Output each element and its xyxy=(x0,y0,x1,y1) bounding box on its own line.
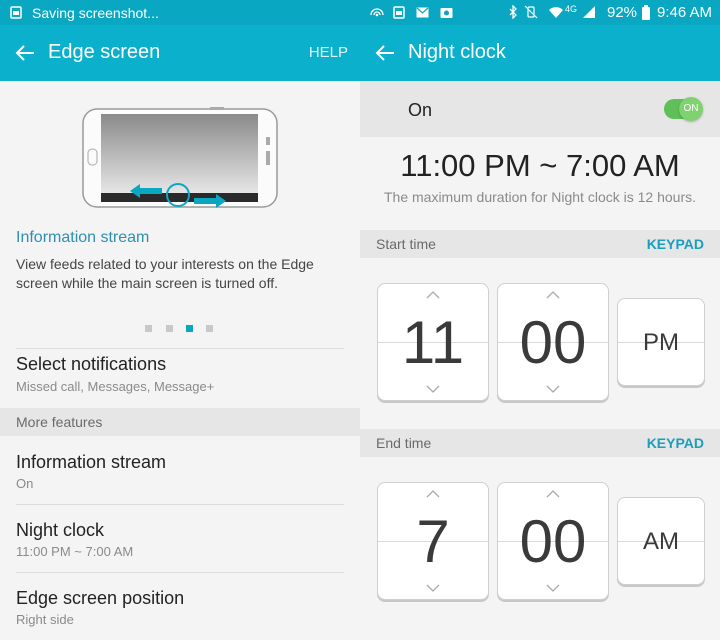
section-header: More features xyxy=(0,408,360,436)
item-title: Edge screen position xyxy=(16,588,185,608)
bluetooth-icon xyxy=(509,5,517,19)
item-subtitle: Right side xyxy=(16,612,74,627)
start-minute-picker[interactable]: 00 xyxy=(497,283,609,401)
item-title: Select notifications xyxy=(16,354,167,374)
chevron-down-icon[interactable] xyxy=(546,385,560,393)
page-dot[interactable] xyxy=(166,325,173,332)
cellular-signal-icon xyxy=(583,6,595,18)
start-time-header: Start time KEYPAD xyxy=(360,230,720,258)
broadcast-icon xyxy=(370,8,384,17)
status-text: Saving screenshot... xyxy=(32,5,159,21)
divider xyxy=(16,504,344,505)
chevron-up-icon[interactable] xyxy=(426,291,440,299)
status-bar: Saving screenshot... xyxy=(0,0,360,25)
info-description: View feeds related to your interests on … xyxy=(16,256,314,291)
clock-time: 9:46 AM xyxy=(657,4,713,21)
switch-knob: ON xyxy=(679,97,703,121)
back-arrow-icon[interactable] xyxy=(374,42,396,64)
page-dot[interactable] xyxy=(206,325,213,332)
chevron-down-icon[interactable] xyxy=(546,584,560,592)
end-minute-value: 00 xyxy=(519,508,587,575)
start-hour-picker[interactable]: 11 xyxy=(377,283,489,401)
app-bar: Edge screen HELP xyxy=(0,25,360,81)
night-clock-settings: 4G 92% 9:46 AM Night clock On ON 11:00 P… xyxy=(360,0,720,640)
app-bar: Night clock xyxy=(360,25,720,81)
edge-illustration xyxy=(0,81,360,221)
end-time-label: End time xyxy=(376,435,432,451)
chevron-up-icon[interactable] xyxy=(426,490,440,498)
vibrate-mute-icon xyxy=(524,5,538,19)
status-bar: 4G 92% 9:46 AM xyxy=(360,0,720,25)
end-keypad-button[interactable]: KEYPAD xyxy=(647,435,704,451)
item-title: Information stream xyxy=(16,452,167,472)
start-minute-value: 00 xyxy=(519,309,587,376)
start-hour-value: 11 xyxy=(401,309,465,376)
item-subtitle: Missed call, Messages, Message+ xyxy=(16,379,215,394)
chevron-up-icon[interactable] xyxy=(546,490,560,498)
screenshot-icon xyxy=(10,6,22,19)
network-type: 4G xyxy=(565,4,578,14)
on-off-switch[interactable]: ON xyxy=(664,97,703,121)
end-minute-picker[interactable]: 00 xyxy=(497,482,609,600)
end-hour-value: 7 xyxy=(416,508,450,575)
end-ampm-picker[interactable]: AM xyxy=(617,497,705,585)
end-ampm-value: AM xyxy=(643,528,679,555)
start-time-label: Start time xyxy=(376,236,436,252)
email-icon xyxy=(416,7,429,18)
page-dot[interactable] xyxy=(145,325,152,332)
photo-icon xyxy=(440,8,453,18)
toggle-label: On xyxy=(408,100,433,120)
start-keypad-button[interactable]: KEYPAD xyxy=(647,236,704,252)
start-ampm-value: PM xyxy=(643,329,679,356)
image-icon xyxy=(393,6,405,19)
divider xyxy=(16,348,344,349)
end-time-header: End time KEYPAD xyxy=(360,429,720,457)
page-dot-active[interactable] xyxy=(186,325,193,332)
chevron-down-icon[interactable] xyxy=(426,385,440,393)
phone-edge-swipe-icon xyxy=(82,107,278,208)
edge-screen-settings: Saving screenshot... Edge screen HELP In… xyxy=(0,0,360,640)
page-title: Edge screen xyxy=(48,41,161,63)
battery-icon xyxy=(642,5,650,20)
end-hour-picker[interactable]: 7 xyxy=(377,482,489,600)
wifi-icon xyxy=(549,7,563,18)
time-range: 11:00 PM ~ 7:00 AM xyxy=(400,148,680,183)
chevron-up-icon[interactable] xyxy=(546,291,560,299)
item-subtitle: On xyxy=(16,476,34,491)
start-ampm-picker[interactable]: PM xyxy=(617,298,705,386)
night-clock-toggle-row[interactable]: On ON xyxy=(360,81,720,137)
section-label: More features xyxy=(16,414,103,430)
info-title: Information stream xyxy=(16,229,150,246)
page-title: Night clock xyxy=(408,41,506,63)
divider xyxy=(16,572,344,573)
chevron-down-icon[interactable] xyxy=(426,584,440,592)
duration-note: The maximum duration for Night clock is … xyxy=(383,189,696,205)
item-title: Night clock xyxy=(16,520,105,540)
item-subtitle: 11:00 PM ~ 7:00 AM xyxy=(16,544,134,559)
help-button[interactable]: HELP xyxy=(309,44,348,61)
battery-percent: 92% xyxy=(607,4,638,21)
back-arrow-icon[interactable] xyxy=(14,42,36,64)
